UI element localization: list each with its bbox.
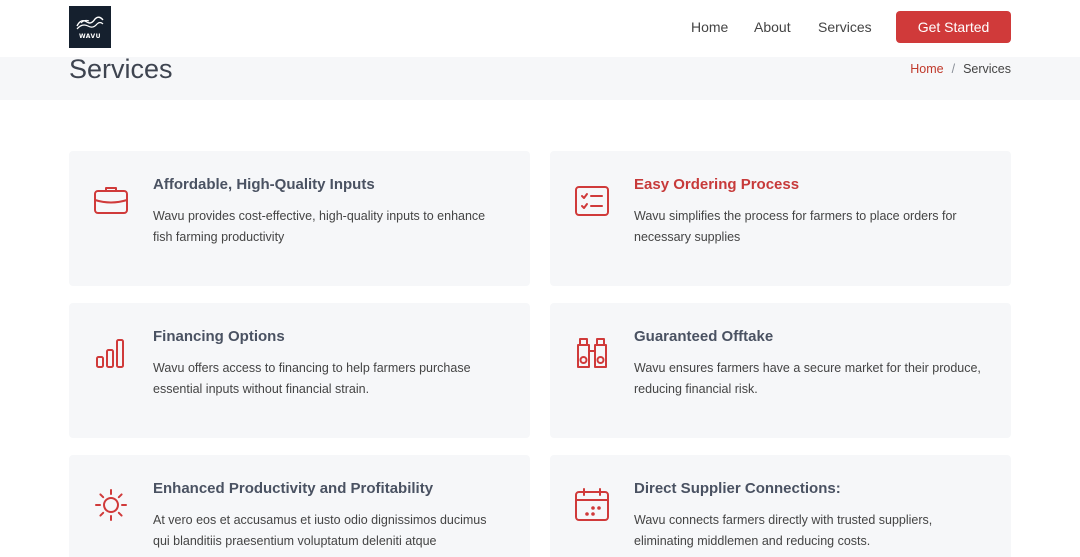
service-description: Wavu provides cost-effective, high-quali… xyxy=(153,209,486,244)
page-title: Services xyxy=(69,54,173,84)
logo-text: WAVU xyxy=(78,33,102,40)
site-header: WAVU Home About Services Get Started xyxy=(0,0,1080,57)
service-title: Affordable, High-Quality Inputs xyxy=(153,176,375,193)
service-description: Wavu offers access to financing to help … xyxy=(153,361,471,396)
service-title: Guaranteed Offtake xyxy=(634,328,774,345)
briefcase-icon xyxy=(93,183,129,219)
service-description: At vero eos et accusamus et iusto odio d… xyxy=(153,513,487,548)
breadcrumb-current: Services xyxy=(963,62,1011,76)
page-title-band: Services Home / Services xyxy=(0,54,1080,100)
sun-icon xyxy=(93,487,129,523)
bar-chart-icon xyxy=(93,335,129,371)
nav-about-link[interactable]: About xyxy=(754,19,791,35)
nav-services-link[interactable]: Services xyxy=(818,19,872,35)
wave-logo-icon xyxy=(76,16,104,30)
service-card-guaranteed-offtake[interactable]: Guaranteed Offtake Wavu ensures farmers … xyxy=(550,303,1011,438)
service-card-supplier-connections[interactable]: Direct Supplier Connections: Wavu connec… xyxy=(550,455,1011,557)
service-card-affordable-inputs[interactable]: Affordable, High-Quality Inputs Wavu pro… xyxy=(69,151,530,286)
breadcrumb: Home / Services xyxy=(910,62,1011,76)
checklist-icon xyxy=(574,183,610,219)
binoculars-icon xyxy=(574,335,610,371)
service-title: Direct Supplier Connections: xyxy=(634,480,841,497)
service-title: Easy Ordering Process xyxy=(634,176,800,193)
service-card-easy-ordering[interactable]: Easy Ordering Process Wavu simplifies th… xyxy=(550,151,1011,286)
service-description: Wavu ensures farmers have a secure marke… xyxy=(634,361,981,396)
service-card-productivity[interactable]: Enhanced Productivity and Profitability … xyxy=(69,455,530,557)
breadcrumb-separator: / xyxy=(951,62,956,76)
service-description: Wavu simplifies the process for farmers … xyxy=(634,209,957,244)
site-logo[interactable]: WAVU xyxy=(69,6,111,48)
service-title: Enhanced Productivity and Profitability xyxy=(153,480,434,497)
service-card-financing[interactable]: Financing Options Wavu offers access to … xyxy=(69,303,530,438)
get-started-button[interactable]: Get Started xyxy=(896,11,1011,43)
service-description: Wavu connects farmers directly with trus… xyxy=(634,513,933,548)
service-title: Financing Options xyxy=(153,328,285,345)
nav-home-link[interactable]: Home xyxy=(691,19,728,35)
breadcrumb-home-link[interactable]: Home xyxy=(910,62,943,76)
calendar-icon xyxy=(574,487,610,523)
